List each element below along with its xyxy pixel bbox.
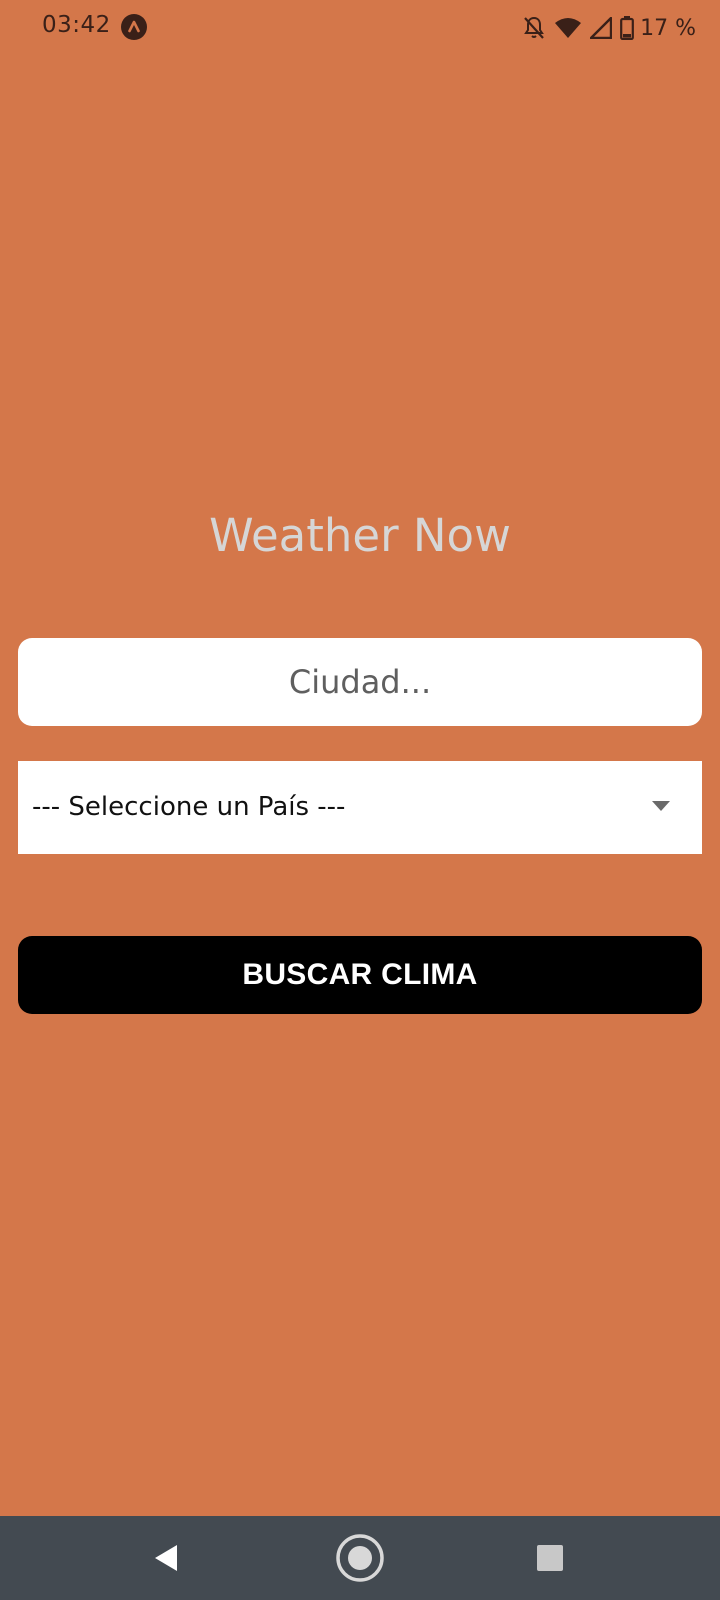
country-select-value: --- Seleccione un País --- — [32, 792, 346, 822]
battery-icon — [620, 16, 634, 40]
chevron-down-icon — [652, 801, 670, 811]
status-bar: 03:42 17 % — [0, 0, 720, 58]
cell-signal-icon — [590, 17, 613, 39]
recents-icon[interactable] — [520, 1534, 580, 1582]
navigation-bar — [0, 1516, 720, 1600]
app-title: Weather Now — [209, 509, 511, 562]
wifi-icon — [554, 16, 582, 40]
home-icon[interactable] — [330, 1534, 390, 1582]
back-icon[interactable] — [136, 1534, 196, 1582]
country-select[interactable]: --- Seleccione un País --- — [18, 761, 702, 854]
status-icons: 17 % — [522, 12, 696, 44]
alarm-off-icon — [522, 15, 546, 41]
city-input[interactable] — [18, 638, 702, 726]
search-weather-button[interactable]: BUSCAR CLIMA — [18, 936, 702, 1014]
status-time: 03:42 — [42, 12, 111, 38]
app-notification-icon — [121, 14, 147, 40]
battery-percent: 17 % — [640, 15, 696, 41]
